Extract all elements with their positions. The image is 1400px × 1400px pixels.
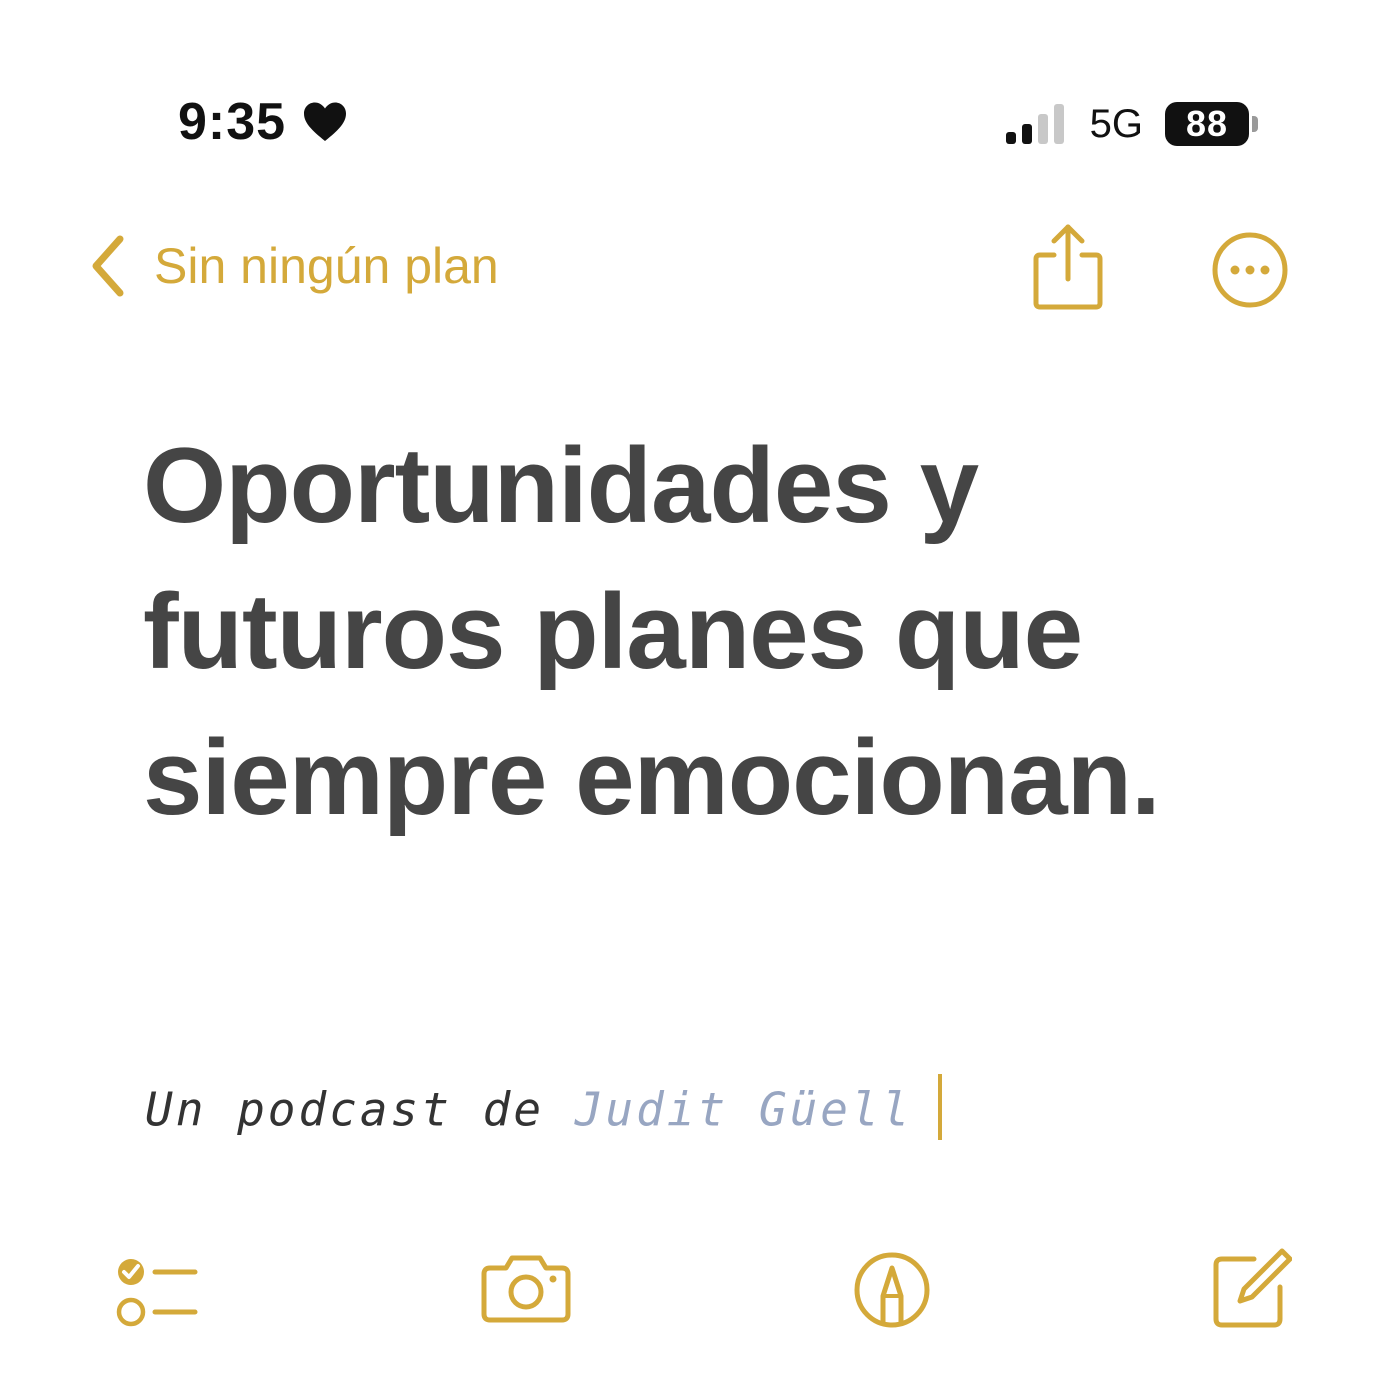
- back-label: Sin ningún plan: [154, 238, 499, 294]
- compose-icon[interactable]: [1210, 1245, 1292, 1331]
- battery-icon: 88: [1165, 102, 1249, 146]
- more-icon[interactable]: [1210, 230, 1290, 310]
- chevron-left-icon: [92, 235, 124, 297]
- back-button[interactable]: Sin ningún plan: [86, 233, 499, 299]
- bottom-toolbar: [0, 1240, 1400, 1340]
- author-name: Judit Güell: [574, 1082, 913, 1137]
- time-label: 9:35: [178, 93, 287, 151]
- status-indicators: 5G 88: [1004, 98, 1258, 150]
- checklist-icon[interactable]: [113, 1252, 199, 1332]
- camera-icon[interactable]: [480, 1252, 572, 1324]
- status-time: 9:35: [178, 92, 348, 152]
- note-title[interactable]: Oportunidades y futuros planes que siemp…: [143, 412, 1323, 850]
- text-cursor: [938, 1074, 943, 1140]
- note-title-line: futuros planes que: [143, 571, 1083, 691]
- subtitle-prefix: Un podcast de: [145, 1082, 575, 1137]
- signal-icon: [1005, 104, 1064, 144]
- heart-icon: [304, 102, 347, 141]
- battery-level: 88: [1185, 103, 1229, 144]
- battery-cap: [1252, 116, 1258, 132]
- share-icon[interactable]: [1030, 221, 1106, 313]
- nav-bar: Sin ningún plan: [0, 215, 1400, 325]
- network-type: 5G: [1089, 101, 1143, 146]
- note-title-line: siempre emocionan.: [143, 717, 1161, 837]
- status-bar: 9:35 5G 88: [0, 0, 1400, 200]
- note-subtitle[interactable]: Un podcast de Judit Güell: [145, 1074, 943, 1146]
- markup-icon[interactable]: [852, 1250, 932, 1330]
- note-title-line: Oportunidades y: [143, 425, 979, 545]
